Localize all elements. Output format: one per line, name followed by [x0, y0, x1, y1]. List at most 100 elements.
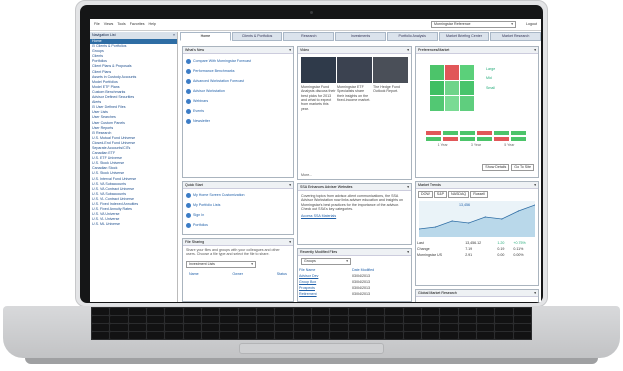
list-item[interactable]: Portfolios — [183, 220, 293, 230]
panel-title: What's New — [185, 47, 205, 52]
tab-nasdaq[interactable]: NASDAQ — [448, 191, 470, 198]
tab-dow[interactable]: DOW — [418, 191, 433, 198]
go-to-site-button[interactable]: Go To Site — [511, 164, 534, 171]
keyboard-key — [147, 308, 165, 315]
list-item[interactable]: Sign In — [183, 210, 293, 220]
style-box-cell[interactable] — [430, 80, 444, 96]
video-thumbnail[interactable] — [337, 57, 372, 83]
keyboard-key — [293, 316, 311, 323]
menu-item-tools[interactable]: Tools — [117, 22, 125, 26]
whats-new-panel: What's New ▾ Compare With Morningstar For… — [182, 46, 294, 178]
table-row: Morningstar US 2.91 0.00 0.00% — [416, 252, 538, 258]
video-more-link[interactable]: More... — [301, 173, 312, 177]
list-item[interactable]: Events — [183, 106, 293, 116]
style-box-cell[interactable] — [430, 65, 444, 80]
video-item[interactable]: The Hedge Fund Outlook Report. — [373, 57, 408, 111]
list-item-label: Portfolios — [193, 222, 208, 227]
collapse-icon[interactable]: ▾ — [289, 48, 291, 52]
list-item[interactable]: Newsletter — [183, 116, 293, 126]
globe-icon — [186, 192, 191, 198]
keyboard-key — [367, 316, 385, 323]
trend-chart: 13,456 — [419, 201, 535, 237]
keyboard-key — [458, 332, 476, 339]
list-item-label: Compare With Morningstar Forecast — [193, 58, 251, 63]
search-select[interactable]: Morningstar Reference ▾ — [431, 21, 516, 28]
tab-market-research[interactable]: Market Research — [490, 32, 541, 41]
column-header[interactable]: Owner — [232, 272, 243, 276]
logout-link[interactable]: Logout — [526, 22, 537, 26]
return-bar — [426, 137, 441, 141]
file-type-select[interactable]: Investment Lists ▾ — [186, 260, 256, 268]
keyboard-key — [348, 316, 366, 323]
tab-home[interactable]: Home — [180, 32, 231, 41]
list-item[interactable]: Performance Benchmarks — [183, 66, 293, 76]
list-item[interactable]: Compare With Morningstar Forecast — [183, 56, 293, 66]
menu-item-views[interactable]: Views — [104, 22, 114, 26]
menu-item-favorites[interactable]: Favorites — [130, 22, 145, 26]
sidebar-item[interactable]: U.S. ML Universe — [90, 222, 177, 227]
period-labels: 1 Year 3 Year 5 Year — [426, 143, 526, 147]
tab-sp[interactable]: S&P — [433, 191, 447, 198]
keyboard — [91, 307, 532, 340]
keyboard-key — [458, 324, 476, 331]
column-header[interactable]: Name — [189, 272, 199, 276]
market-trends-panel: Market Trends ▾ DOW S&P NASDAQ Russell 13… — [415, 181, 539, 286]
keyboard-key — [238, 316, 256, 323]
collapse-icon[interactable]: « — [173, 33, 175, 37]
tab-portfolio-analysis[interactable]: Portfolio Analysis — [386, 32, 438, 41]
collapse-icon[interactable]: ▾ — [407, 185, 409, 189]
video-thumbnail[interactable] — [301, 57, 336, 83]
collapse-icon[interactable]: ▾ — [407, 250, 409, 254]
list-item[interactable]: My Portfolio Lists — [183, 200, 293, 210]
style-box-cell[interactable] — [460, 65, 474, 80]
tab-market-briefing[interactable]: Market Briefing Center — [438, 32, 490, 41]
video-thumbnail[interactable] — [373, 57, 408, 83]
keyboard-key — [495, 316, 513, 323]
keyboard-key — [385, 324, 403, 331]
list-item-label: Events — [193, 108, 204, 113]
collapse-icon[interactable]: ▾ — [534, 183, 536, 187]
collapse-icon[interactable]: ▾ — [289, 183, 291, 187]
style-box-cell[interactable] — [445, 65, 459, 80]
tab-investments[interactable]: Investments — [335, 32, 386, 41]
style-box-cell[interactable] — [430, 96, 444, 111]
tab-russell[interactable]: Russell — [470, 191, 488, 198]
list-item[interactable]: Webinars — [183, 96, 293, 106]
style-box-cell[interactable] — [460, 80, 474, 96]
style-box-grid — [430, 65, 474, 111]
keyboard-key — [422, 332, 440, 339]
list-item[interactable]: My Home Screen Customization — [183, 190, 293, 200]
tab-clients-portfolios[interactable]: Clients & Portfolios — [231, 32, 283, 41]
ssa-link[interactable]: Access SSA Materials — [298, 214, 411, 218]
menu-item-file[interactable]: File — [94, 22, 100, 26]
keyboard-key — [422, 316, 440, 323]
list-item[interactable]: Advanced Workstation Forecast — [183, 76, 293, 86]
tab-research[interactable]: Research — [283, 32, 335, 41]
collapse-icon[interactable]: ▾ — [534, 48, 536, 52]
trend-area — [419, 205, 535, 237]
quick-start-panel: Quick Start ▾ My Home Screen Customizatio… — [182, 181, 294, 235]
show-details-button[interactable]: Show Details — [482, 164, 510, 171]
collapse-icon[interactable]: ▾ — [534, 291, 536, 295]
keyboard-key — [330, 324, 348, 331]
style-box-cell[interactable] — [445, 80, 459, 96]
video-item[interactable]: Morningstar Fund Analysts discuss their … — [301, 57, 336, 111]
trackpad — [239, 343, 384, 354]
collapse-icon[interactable]: ▾ — [289, 240, 291, 244]
column-header[interactable]: Status — [277, 272, 287, 276]
table-row[interactable]: Retirement 03/04/2013 — [298, 291, 411, 297]
file-name-cell[interactable]: Retirement — [298, 291, 351, 297]
keyboard-key — [348, 308, 366, 315]
style-box-cell[interactable] — [460, 96, 474, 111]
recent-files-select[interactable]: Groups ▾ — [301, 258, 351, 265]
panel-title: Market Trends — [418, 182, 441, 187]
sidebar-title: Navigation List — [92, 33, 116, 38]
menu-item-help[interactable]: Help — [149, 22, 156, 26]
file-type-value: Investment Lists — [189, 261, 215, 266]
video-item[interactable]: Morningstar ETF Specialists share their … — [337, 57, 372, 111]
style-box-cell[interactable] — [445, 96, 459, 111]
list-item[interactable]: Advisor Workstation — [183, 86, 293, 96]
keyboard-key — [92, 324, 110, 331]
keyboard-key — [92, 308, 110, 315]
collapse-icon[interactable]: ▾ — [407, 48, 409, 52]
